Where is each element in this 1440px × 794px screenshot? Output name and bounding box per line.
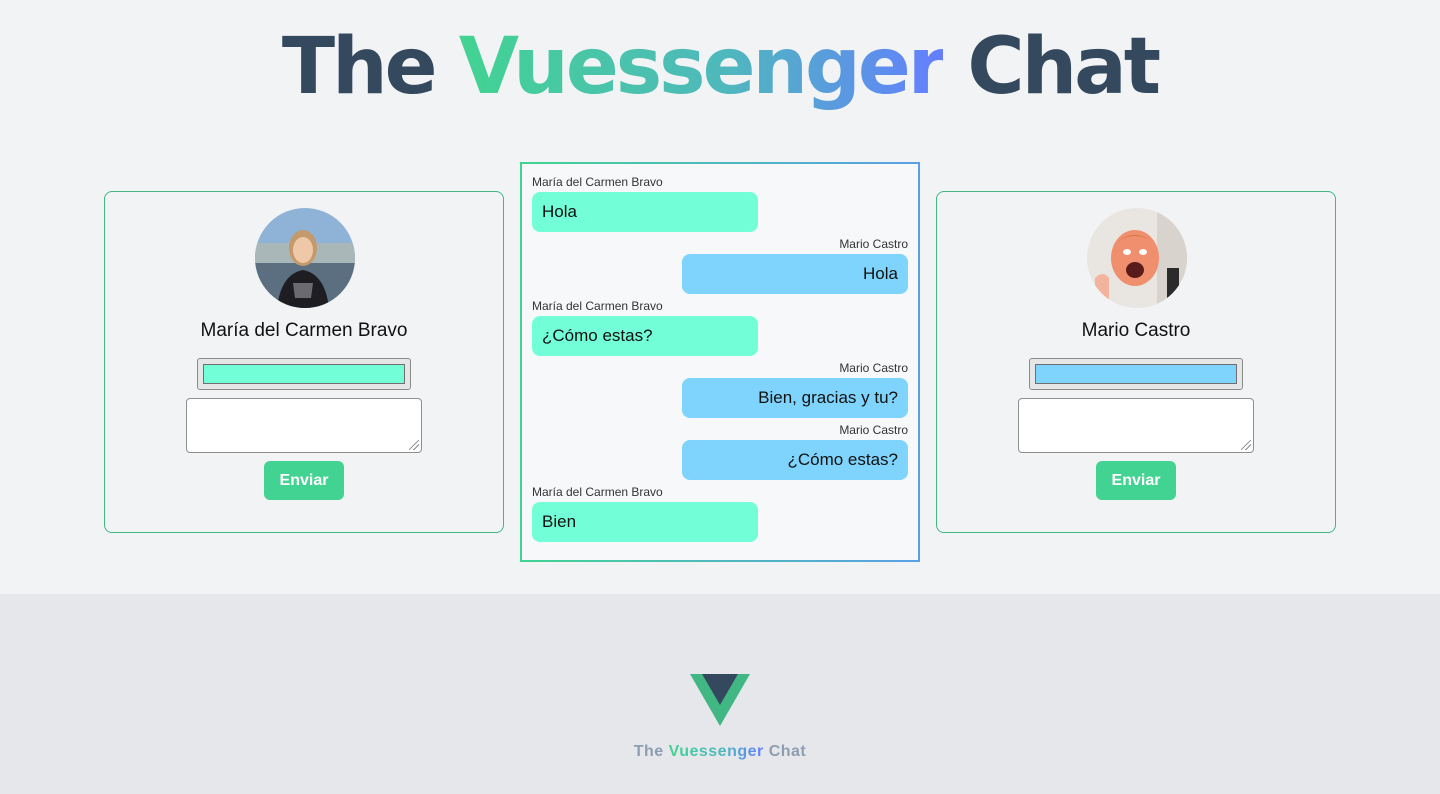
chat-message: Mario Castro Hola bbox=[532, 236, 908, 294]
message-textarea[interactable] bbox=[186, 398, 422, 453]
user-name: María del Carmen Bravo bbox=[200, 320, 408, 341]
message-textarea[interactable] bbox=[1018, 398, 1254, 453]
color-swatch bbox=[203, 364, 405, 384]
send-button[interactable]: Enviar bbox=[264, 461, 344, 500]
title-suffix: Chat bbox=[967, 22, 1161, 112]
color-swatch bbox=[1035, 364, 1237, 384]
user-card-mario: Mario Castro Enviar bbox=[936, 191, 1336, 533]
resize-grip-icon[interactable] bbox=[1241, 440, 1251, 450]
user-name: Mario Castro bbox=[1081, 320, 1191, 341]
color-picker[interactable] bbox=[1029, 358, 1243, 390]
send-button[interactable]: Enviar bbox=[1096, 461, 1176, 500]
chat-message: Mario Castro Bien, gracias y tu? bbox=[532, 360, 908, 418]
message-author: Mario Castro bbox=[839, 423, 908, 437]
title-highlight: Vuessenger bbox=[458, 22, 947, 112]
message-author: María del Carmen Bravo bbox=[532, 485, 663, 499]
chat-message: María del Carmen Bravo ¿Cómo estas? bbox=[532, 298, 908, 356]
message-author: María del Carmen Bravo bbox=[532, 299, 663, 313]
chat-message: María del Carmen Bravo Hola bbox=[532, 174, 908, 232]
message-bubble: ¿Cómo estas? bbox=[532, 316, 758, 356]
footer-title: The Vuessenger Chat bbox=[0, 743, 1440, 761]
footer-suffix: Chat bbox=[768, 743, 807, 760]
message-author: Mario Castro bbox=[839, 361, 908, 375]
footer-prefix: The bbox=[633, 743, 664, 760]
message-bubble: ¿Cómo estas? bbox=[682, 440, 908, 480]
chat-message: María del Carmen Bravo Bien bbox=[532, 484, 908, 542]
message-bubble: Bien bbox=[532, 502, 758, 542]
message-author: Mario Castro bbox=[839, 237, 908, 251]
title-prefix: The bbox=[281, 22, 438, 112]
footer: The Vuessenger Chat bbox=[0, 594, 1440, 794]
resize-grip-icon[interactable] bbox=[409, 440, 419, 450]
message-bubble: Hola bbox=[682, 254, 908, 294]
chat-message: Mario Castro ¿Cómo estas? bbox=[532, 422, 908, 480]
avatar bbox=[255, 208, 355, 308]
vue-logo-icon bbox=[690, 674, 750, 726]
avatar bbox=[1087, 208, 1187, 308]
message-bubble: Hola bbox=[532, 192, 758, 232]
message-bubble: Bien, gracias y tu? bbox=[682, 378, 908, 418]
avatar-photo-maria bbox=[255, 208, 355, 308]
color-picker[interactable] bbox=[197, 358, 411, 390]
chat-window[interactable]: María del Carmen Bravo Hola Mario Castro… bbox=[520, 162, 920, 562]
avatar-photo-mario bbox=[1087, 208, 1187, 308]
footer-highlight: Vuessenger bbox=[668, 743, 764, 760]
message-author: María del Carmen Bravo bbox=[532, 175, 663, 189]
user-card-maria: María del Carmen Bravo Enviar bbox=[104, 191, 504, 533]
page-title: The Vuessenger Chat bbox=[0, 22, 1440, 112]
